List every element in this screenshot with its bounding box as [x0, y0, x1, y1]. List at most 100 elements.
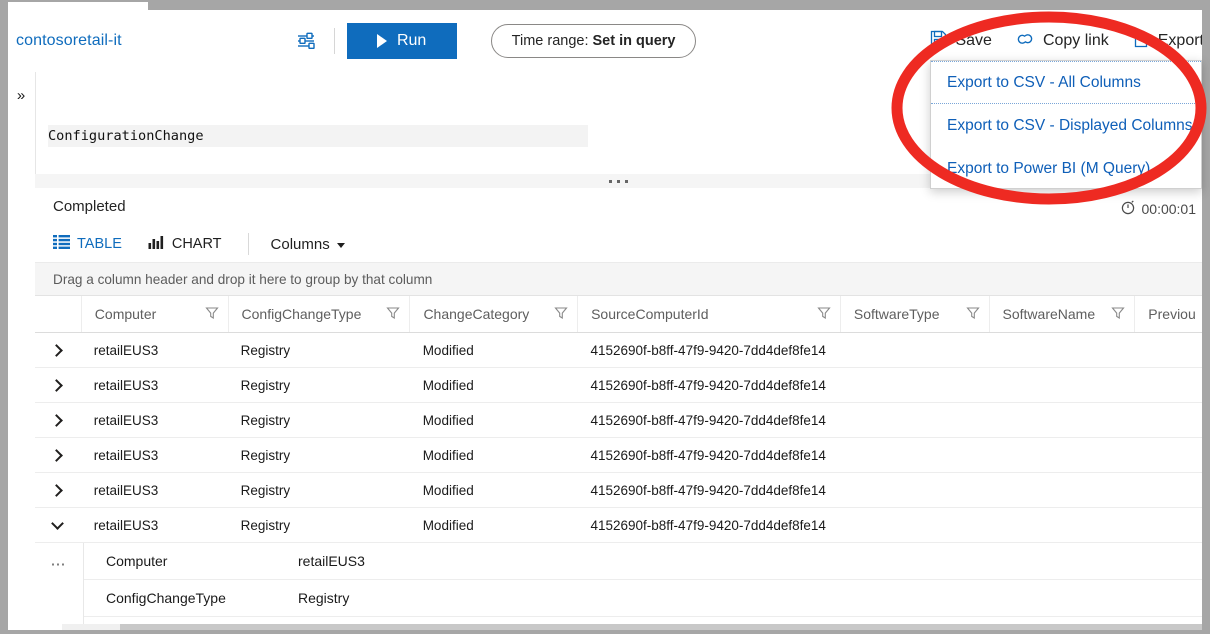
cell-softwarename — [989, 333, 1135, 367]
horizontal-scrollbar[interactable] — [62, 624, 1202, 630]
results-view-bar: TABLE CHART — [53, 230, 345, 258]
grid-header-softwaretype-label: SoftwareType — [854, 306, 940, 322]
tab-table[interactable]: TABLE — [53, 235, 122, 253]
row-expand-toggle[interactable] — [35, 403, 81, 437]
chevron-right-icon — [50, 484, 63, 497]
cell-softwarename — [989, 368, 1135, 402]
grid-header-computer[interactable]: Computer — [82, 296, 229, 332]
cell-computer: retailEUS3 — [81, 438, 228, 472]
grid-header-softwarename[interactable]: SoftwareName — [990, 296, 1136, 332]
results-grid: Computer ConfigChangeType ChangeCategory — [35, 296, 1202, 630]
tab-chart-label: CHART — [172, 236, 222, 252]
cell-previous — [1135, 403, 1202, 437]
row-detail-table: Computer retailEUS3 ConfigChangeType Reg… — [83, 543, 1202, 630]
row-expand-toggle[interactable] — [35, 438, 81, 472]
grid-body: retailEUS3 Registry Modified 4152690f-b8… — [35, 333, 1202, 630]
viewbar-divider — [248, 233, 249, 255]
cell-previous — [1135, 473, 1202, 507]
scrollbar-thumb[interactable] — [120, 624, 1202, 630]
run-button[interactable]: Run — [347, 23, 457, 59]
table-row[interactable]: retailEUS3 Registry Modified 4152690f-b8… — [35, 368, 1202, 403]
time-range-picker[interactable]: Time range: Set in query — [491, 24, 697, 58]
export-label: Export — [1158, 32, 1202, 50]
cell-computer: retailEUS3 — [81, 508, 228, 542]
table-row[interactable]: retailEUS3 Registry Modified 4152690f-b8… — [35, 438, 1202, 473]
cell-softwarename — [989, 403, 1135, 437]
grid-header-softwarename-label: SoftwareName — [1003, 306, 1096, 322]
columns-label: Columns — [271, 236, 330, 253]
grid-header-configchangetype[interactable]: ConfigChangeType — [229, 296, 411, 332]
cell-configchangetype: Registry — [228, 333, 410, 367]
screenshot-root: contosoretail-it — [0, 0, 1210, 634]
detail-key: ConfigChangeType — [84, 590, 298, 606]
ellipsis-icon[interactable]: ⋯ — [35, 543, 83, 630]
cell-computer: retailEUS3 — [81, 473, 228, 507]
grid-header-sourcecomputerid[interactable]: SourceComputerId — [578, 296, 841, 332]
detail-row: Computer retailEUS3 — [84, 543, 1202, 580]
group-by-dropzone[interactable]: Drag a column header and drop it here to… — [35, 262, 1202, 296]
chevron-right-icon — [50, 414, 63, 427]
detail-key: Computer — [84, 553, 298, 569]
cell-previous — [1135, 333, 1202, 367]
grid-header-previous[interactable]: Previou — [1135, 296, 1202, 332]
chevron-right-icon — [50, 449, 63, 462]
cell-previous — [1135, 508, 1202, 542]
funnel-icon[interactable] — [817, 306, 831, 323]
cell-changecategory: Modified — [410, 403, 578, 437]
menu-item-export-csv-all[interactable]: Export to CSV - All Columns — [931, 61, 1201, 104]
row-expand-toggle[interactable] — [35, 473, 81, 507]
funnel-icon[interactable] — [1111, 306, 1125, 323]
cell-sourcecomputerid: 4152690f-b8ff-47f9-9420-7dd4def8fe14 — [577, 333, 840, 367]
sliders-icon[interactable] — [290, 25, 322, 57]
table-row[interactable]: retailEUS3 Registry Modified 4152690f-b8… — [35, 403, 1202, 438]
tab-chart[interactable]: CHART — [148, 235, 222, 253]
table-row[interactable]: retailEUS3 Registry Modified 4152690f-b8… — [35, 473, 1202, 508]
tab-table-label: TABLE — [77, 236, 122, 252]
group-by-hint: Drag a column header and drop it here to… — [53, 272, 432, 287]
row-expand-toggle[interactable] — [35, 368, 81, 402]
cell-previous — [1135, 368, 1202, 402]
save-disk-icon — [929, 29, 948, 53]
menu-item-export-powerbi[interactable]: Export to Power BI (M Query) — [931, 147, 1201, 190]
cell-changecategory: Modified — [410, 508, 578, 542]
menu-item-export-csv-displayed[interactable]: Export to CSV - Displayed Columns — [931, 104, 1201, 147]
time-range-prefix: Time range: — [512, 33, 589, 49]
save-label: Save — [955, 32, 991, 50]
funnel-icon[interactable] — [386, 306, 400, 323]
results-pane: Completed 00:00:01 — [35, 188, 1202, 630]
code-line-1: ConfigurationChange — [48, 125, 588, 147]
cell-softwaretype — [841, 403, 990, 437]
detail-value: retailEUS3 — [298, 553, 365, 569]
row-expand-toggle[interactable] — [35, 333, 81, 367]
cell-sourcecomputerid: 4152690f-b8ff-47f9-9420-7dd4def8fe14 — [577, 438, 840, 472]
cell-changecategory: Modified — [410, 438, 578, 472]
chevron-right-icon — [50, 344, 63, 357]
funnel-icon[interactable] — [554, 306, 568, 323]
copy-link-button[interactable]: Copy link — [1014, 30, 1109, 53]
results-status: Completed — [53, 198, 126, 215]
grid-header-changecategory[interactable]: ChangeCategory — [410, 296, 578, 332]
columns-dropdown[interactable]: Columns — [271, 236, 345, 253]
expand-sidebar-button[interactable]: » — [8, 72, 34, 184]
copy-link-label: Copy link — [1043, 32, 1109, 50]
cell-sourcecomputerid: 4152690f-b8ff-47f9-9420-7dd4def8fe14 — [577, 473, 840, 507]
funnel-icon[interactable] — [205, 306, 219, 323]
play-icon — [377, 34, 387, 48]
funnel-icon[interactable] — [966, 306, 980, 323]
row-collapse-toggle[interactable] — [35, 508, 81, 542]
cell-configchangetype: Registry — [228, 438, 410, 472]
table-row-expanded[interactable]: retailEUS3 Registry Modified 4152690f-b8… — [35, 508, 1202, 543]
save-button[interactable]: Save — [929, 29, 991, 53]
grid-header-expander — [35, 296, 82, 332]
cell-computer: retailEUS3 — [81, 333, 228, 367]
grid-header-changecategory-label: ChangeCategory — [423, 306, 529, 322]
cell-sourcecomputerid: 4152690f-b8ff-47f9-9420-7dd4def8fe14 — [577, 508, 840, 542]
editor-divider — [35, 72, 36, 184]
export-page-icon — [1131, 29, 1151, 54]
active-tab[interactable] — [8, 2, 148, 10]
workspace-name[interactable]: contosoretail-it — [16, 32, 122, 50]
export-button[interactable]: Export — [1131, 29, 1202, 54]
command-bar-right: Save Copy link — [907, 29, 1202, 54]
grid-header-softwaretype[interactable]: SoftwareType — [841, 296, 990, 332]
table-row[interactable]: retailEUS3 Registry Modified 4152690f-b8… — [35, 333, 1202, 368]
